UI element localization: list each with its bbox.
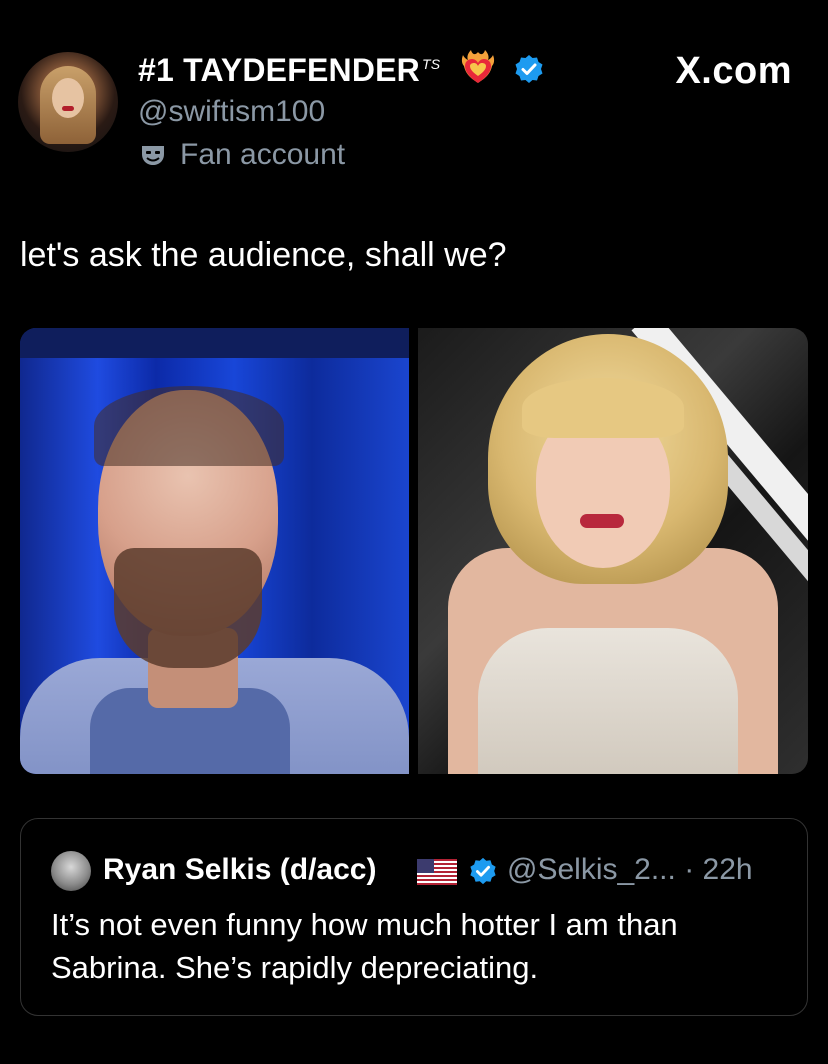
post-text: let's ask the audience, shall we?	[20, 236, 507, 274]
heart-on-fire-icon	[461, 50, 495, 83]
name-suffix: TS	[422, 56, 441, 73]
quoted-post-text: It’s not even funny how much hotter I am…	[51, 907, 678, 985]
quoted-author-avatar[interactable]	[51, 851, 91, 891]
photo-man-left[interactable]	[20, 328, 409, 774]
avatar-lips	[62, 106, 74, 111]
avatar-face	[52, 78, 84, 118]
theater-mask-icon	[142, 146, 164, 165]
photo-bangs	[522, 378, 684, 438]
author-avatar[interactable]	[18, 52, 118, 152]
x-brand-label: X.com	[675, 50, 792, 92]
verified-badge-icon	[515, 55, 543, 83]
quoted-author-name[interactable]: Ryan Selkis (d/acc)	[103, 853, 376, 887]
photo-lips	[580, 514, 624, 528]
photo-hair	[94, 386, 284, 466]
photo-dress	[478, 628, 738, 774]
author-name-text: #1 TAYDEFENDER	[138, 52, 420, 88]
quoted-handle-time[interactable]: @Selkis_2... · 22h	[507, 853, 753, 887]
post-media[interactable]	[20, 328, 808, 774]
account-type-label: Fan account	[180, 138, 346, 171]
photo-beard	[114, 548, 262, 668]
verified-badge-icon	[470, 857, 496, 885]
author-display-name[interactable]: #1 TAYDEFENDER TS	[138, 52, 440, 89]
author-handle[interactable]: @swiftism100	[138, 95, 325, 129]
photo-topbar	[20, 328, 409, 358]
quoted-post[interactable]: Ryan Selkis (d/acc) @Selkis_2... · 22h I…	[20, 818, 808, 1016]
photo-woman-right[interactable]	[418, 328, 808, 774]
us-flag-icon	[417, 859, 457, 885]
